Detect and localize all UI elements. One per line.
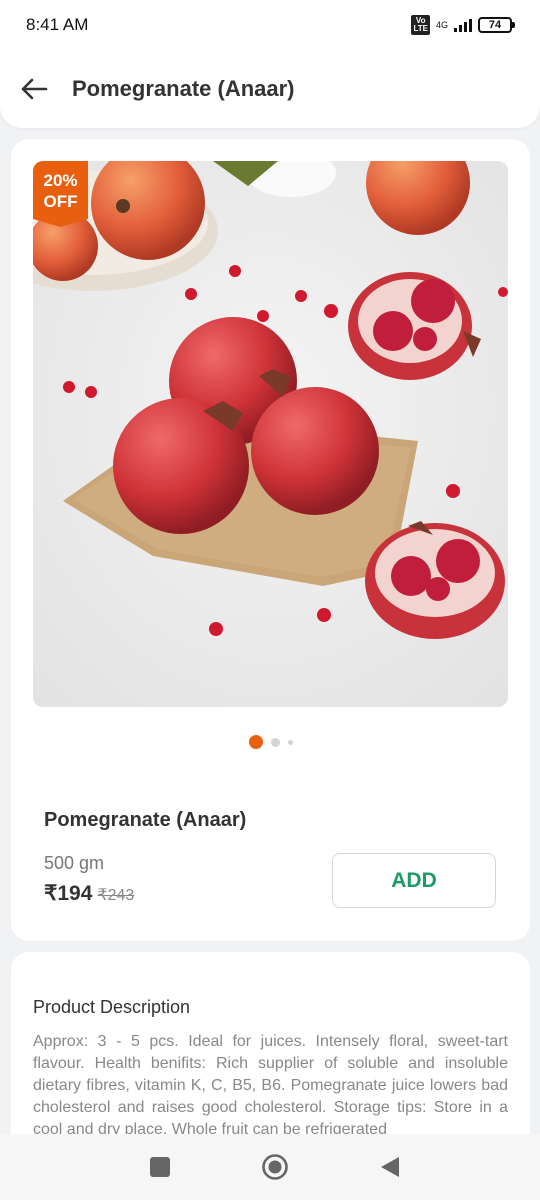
description-title: Product Description <box>33 997 191 1017</box>
pager-dot[interactable] <box>287 739 293 745</box>
product-name: Pomegranate (Anaar) <box>44 809 247 831</box>
pager-dot[interactable] <box>270 737 280 747</box>
status-bar: 8:41 AM Vo LTE 4G 74 <box>0 0 540 50</box>
discount-text: 20% OFF <box>43 171 78 211</box>
back-button[interactable] <box>19 74 49 104</box>
price-row: ₹194 ₹243 <box>44 881 134 906</box>
product-quantity: 500 gm <box>44 853 105 873</box>
home-button[interactable] <box>261 1153 289 1181</box>
product-card: 20% OFF Pomegranate (Anaar) 500 gm ₹194 … <box>11 139 530 941</box>
product-image-carousel[interactable]: 20% OFF <box>33 161 508 707</box>
system-nav-bar <box>0 1134 540 1200</box>
mrp-price: ₹243 <box>97 887 135 904</box>
image-pager <box>11 734 530 750</box>
page-title: Pomegranate (Anaar) <box>72 76 295 101</box>
home-icon <box>262 1154 288 1180</box>
status-time: 8:41 AM <box>26 15 89 34</box>
volte-icon: Vo LTE <box>411 15 430 35</box>
battery-icon: 74 <box>478 17 515 33</box>
recents-icon <box>150 1157 170 1177</box>
selling-price: ₹194 <box>44 882 93 905</box>
status-icons: Vo LTE 4G 74 <box>411 15 515 35</box>
discount-badge: 20% OFF <box>33 161 88 227</box>
signal-icon <box>454 18 472 32</box>
add-to-cart-button[interactable]: ADD <box>332 853 496 908</box>
system-back-button[interactable] <box>379 1155 401 1179</box>
back-triangle-icon <box>381 1157 399 1177</box>
pager-dot-active[interactable] <box>248 735 263 749</box>
app-header: Pomegranate (Anaar) <box>0 50 540 128</box>
arrow-left-icon <box>21 78 48 100</box>
description-text: Approx: 3 - 5 pcs. Ideal for juices. Int… <box>33 1033 508 1138</box>
product-image <box>33 161 508 707</box>
network-indicator: 4G <box>435 19 448 30</box>
network-type-label: 4G <box>435 19 448 30</box>
recents-button[interactable] <box>149 1156 171 1178</box>
